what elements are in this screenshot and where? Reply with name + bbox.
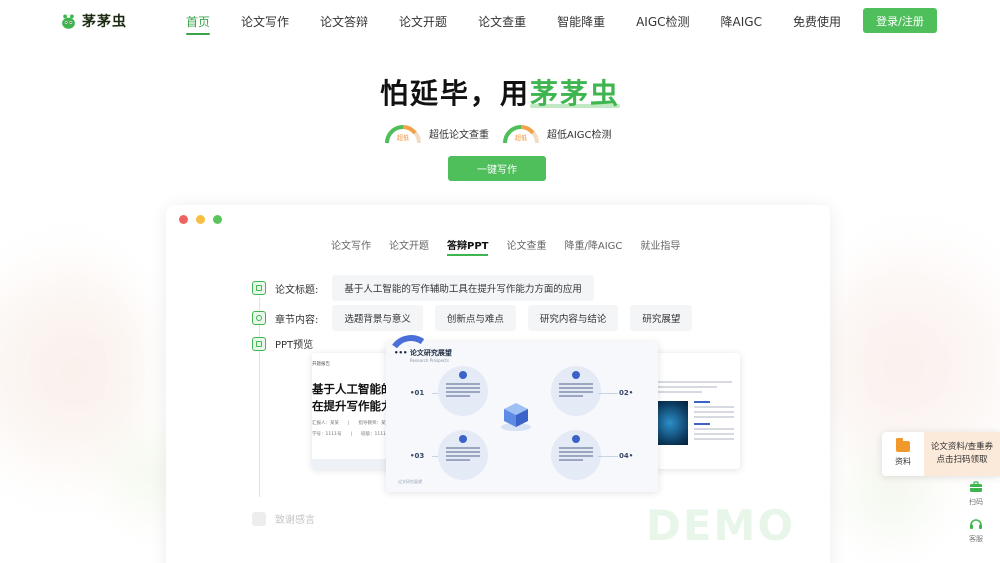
feature-tabs: 论文写作 论文开题 答辩PPT 论文查重 降重/降AIGC 就业指导 — [331, 237, 698, 256]
slide-tag: 开题报告 — [312, 362, 330, 367]
window-dot-yellow — [196, 215, 205, 224]
chapter-content-row: 章节内容: 选题背景与意义 创新点与难点 研究内容与结论 研究展望 — [252, 305, 704, 331]
ppt-slide-content — [652, 353, 740, 469]
tab-career-guide[interactable]: 就业指导 — [640, 237, 680, 252]
window-dot-red — [179, 215, 188, 224]
demo-panel: 论文写作 论文开题 答辩PPT 论文查重 降重/降AIGC 就业指导 论文标题:… — [166, 205, 830, 563]
document-icon — [252, 281, 266, 295]
main-nav: 首页 论文写作 论文答辩 论文开题 论文查重 智能降重 AIGC检测 降AIGC… — [186, 13, 872, 35]
scan-tool[interactable]: 扫码 — [969, 480, 983, 507]
tab-rewrite-aigc[interactable]: 降重/降AIGC — [564, 237, 622, 252]
side-toolbar: 扫码 客服 — [956, 480, 996, 554]
window-controls — [179, 215, 222, 224]
customer-service-label: 客服 — [969, 535, 983, 543]
briefcase-icon — [970, 481, 982, 492]
chapter-chip: 创新点与难点 — [434, 305, 516, 331]
materials-promo-card[interactable]: 资料 论文资料/查重券 点击扫码领取 — [882, 432, 1000, 476]
one-click-write-button[interactable]: 一键写作 — [448, 156, 546, 181]
hero-title: 怕延毕，用茅茅虫 — [0, 72, 1000, 112]
slide-meta-line: 汇报人：某某 | 指导教师：某某 — [312, 421, 391, 426]
chapter-chip: 研究内容与结论 — [527, 305, 619, 331]
caterpillar-logo-icon — [62, 14, 75, 29]
nav-item-reduce-aigc[interactable]: 降AIGC — [721, 13, 762, 30]
slide-step-number: 04• — [619, 452, 634, 460]
chapter-content-label: 章节内容: — [275, 314, 319, 326]
hero-badges: 超低 超低论文查重 超低 超低AIGC检测 — [383, 122, 624, 144]
paper-title-value: 基于人工智能的写作辅助工具在提升写作能力方面的应用 — [332, 275, 594, 301]
slide-circle — [551, 366, 601, 416]
slide-connector — [598, 393, 618, 394]
nav-item-aigc-detect[interactable]: AIGC检测 — [636, 13, 689, 30]
tab-defense-ppt[interactable]: 答辩PPT — [447, 237, 489, 256]
badge-label: 超低论文查重 — [429, 129, 489, 141]
badge-label: 超低AIGC检测 — [547, 129, 612, 141]
materials-button[interactable]: 资料 — [882, 432, 924, 476]
edit-icon — [252, 311, 266, 325]
nav-item-defense[interactable]: 论文答辩 — [320, 13, 368, 30]
customer-service-tool[interactable]: 客服 — [969, 517, 983, 544]
headset-icon — [970, 519, 982, 529]
chapter-chip: 选题背景与意义 — [332, 305, 423, 331]
demo-watermark: DEMO — [646, 501, 796, 550]
slide-circle — [438, 366, 488, 416]
ppt-preview-label: PPT预览 — [275, 340, 314, 351]
scan-tool-label: 扫码 — [969, 498, 983, 506]
acknowledgement-label: 致谢感言 — [275, 515, 315, 526]
slide-cover-meta: 汇报人：某某 | 指导教师：某某 学号：1111号 | 班级：1111班 — [312, 418, 390, 440]
slide-step-number: •01 — [410, 389, 425, 397]
hero-title-prefix: 怕延毕，用 — [379, 77, 530, 110]
login-register-button[interactable]: 登录/注册 — [863, 8, 937, 33]
slide-connector — [598, 456, 618, 457]
nav-item-paper-writing[interactable]: 论文写作 — [241, 13, 289, 30]
tab-proposal[interactable]: 论文开题 — [389, 237, 429, 252]
gauge-text: 超低 — [396, 135, 409, 142]
nav-item-free-use[interactable]: 免费使用 — [793, 13, 841, 30]
promo-line: 论文资料/查重券 — [930, 442, 994, 452]
slide-meta-line: 学号：1111号 | 班级：1111班 — [312, 432, 391, 437]
folder-icon — [896, 438, 910, 452]
heart-icon — [252, 511, 266, 526]
slide-text-lines — [658, 381, 732, 396]
slide-text-lines — [694, 401, 734, 443]
slide-step-number: •03 — [410, 452, 425, 460]
logo-text: 茅茅虫 — [82, 14, 127, 30]
chapter-chip: 研究展望 — [630, 305, 693, 331]
logo[interactable]: 茅茅虫 — [60, 11, 127, 31]
slide-circle — [438, 430, 488, 480]
gauge-text: 超低 — [514, 135, 527, 142]
promo-text-box[interactable]: 论文资料/查重券 点击扫码领取 — [924, 432, 1000, 476]
promo-line: 点击扫码领取 — [936, 455, 988, 465]
paper-title-row: 论文标题: 基于人工智能的写作辅助工具在提升写作能力方面的应用 — [252, 275, 606, 301]
gauge-icon: 超低 — [383, 122, 423, 144]
gauge-icon: 超低 — [501, 122, 541, 144]
top-header: 茅茅虫 首页 论文写作 论文答辩 论文开题 论文查重 智能降重 AIGC检测 降… — [0, 0, 1000, 42]
materials-label: 资料 — [895, 457, 911, 466]
badge-low-plagiarism: 超低 超低论文查重 — [383, 122, 489, 144]
hero-title-brand: 茅茅虫 — [530, 77, 621, 110]
tab-plagiarism-check[interactable]: 论文查重 — [506, 237, 546, 252]
paper-title-label: 论文标题: — [275, 284, 319, 296]
slide-step-number: 02• — [619, 389, 634, 397]
slides-icon — [252, 336, 266, 351]
cube-illustration-icon — [501, 403, 531, 431]
badge-low-aigc: 超低 超低AIGC检测 — [501, 122, 612, 144]
nav-item-home[interactable]: 首页 — [186, 13, 211, 35]
ppt-preview-row: PPT预览 — [252, 336, 327, 351]
acknowledgement-row: 致谢感言 — [252, 511, 315, 526]
nav-item-proposal[interactable]: 论文开题 — [399, 13, 447, 30]
nav-item-plagiarism-check[interactable]: 论文查重 — [478, 13, 526, 30]
nav-item-smart-rewrite[interactable]: 智能降重 — [557, 13, 605, 30]
slide-footer-text: 论文研究展望 — [398, 479, 422, 484]
window-dot-green — [213, 215, 222, 224]
slide-circle — [551, 430, 601, 480]
tab-paper-writing[interactable]: 论文写作 — [331, 237, 371, 252]
